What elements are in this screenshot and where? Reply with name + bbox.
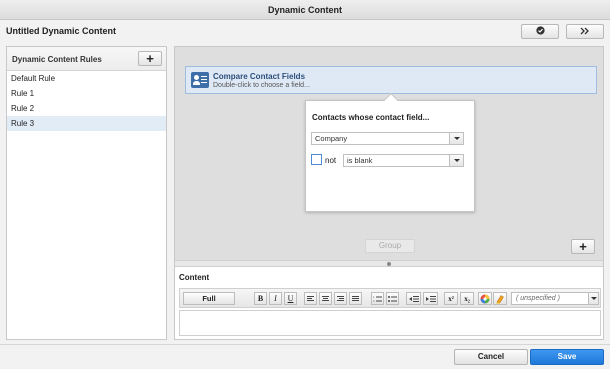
criteria-subtitle: Double-click to choose a field... [213,82,310,89]
criteria-popup: Contacts whose contact field... Company … [305,92,475,212]
align-justify-icon [352,295,359,302]
expand-button[interactable] [566,24,604,39]
svg-text:2: 2 [373,299,375,303]
header: Untitled Dynamic Content [0,20,610,43]
chevron-down-icon [588,293,598,304]
color-wheel-icon [480,294,490,303]
plus-icon: + [146,51,154,66]
bold-button[interactable]: B [254,292,267,305]
align-center-button[interactable] [319,292,332,305]
popup-title: Contacts whose contact field... [312,113,430,122]
highlighter-icon [496,294,504,304]
contact-field-value: Company [315,134,348,143]
content-label: Content [179,273,210,282]
outdent-button[interactable] [406,292,421,305]
superscript-button[interactable]: x² [444,292,458,305]
rule-item-2[interactable]: Rule 2 [7,101,166,116]
indent-button[interactable] [423,292,438,305]
plus-icon: + [579,239,587,254]
popup-arrow [383,92,399,108]
rule-item-default[interactable]: Default Rule [7,71,166,86]
splitter-handle[interactable] [175,260,603,267]
operator-select[interactable]: is blank [343,154,464,167]
group-button[interactable]: Group [365,239,415,253]
footer: Cancel Save [0,344,610,369]
criteria-canvas: Compare Contact Fields Double-click to c… [175,47,603,260]
italic-button[interactable]: I [269,292,282,305]
grip-dot-icon [387,262,391,266]
rules-panel: Dynamic Content Rules + Default Rule Rul… [6,46,167,340]
subscript-button[interactable]: x₂ [460,292,474,305]
rules-heading: Dynamic Content Rules [12,55,102,64]
save-button[interactable]: Save [530,349,604,365]
confirm-button[interactable] [521,24,559,39]
contact-field-select[interactable]: Company [311,132,464,145]
underline-button[interactable]: U [284,292,297,305]
check-icon [535,26,545,37]
rule-item-3[interactable]: Rule 3 [7,116,166,131]
editor-toolbar: Full B I U 12 x² x₂ (unspecified) [179,288,601,308]
bullet-list-icon [388,295,397,302]
page-title: Untitled Dynamic Content [6,26,117,36]
text-color-button[interactable] [478,292,492,305]
style-select-value: ( unspecified ) [516,295,560,302]
add-criteria-button[interactable]: + [571,239,595,254]
full-toolbar-button[interactable]: Full [183,292,235,305]
bullet-list-button[interactable] [386,292,399,305]
criteria-block[interactable]: Compare Contact Fields Double-click to c… [185,66,597,94]
highlight-button[interactable] [493,292,507,305]
align-right-icon [337,295,344,302]
not-label: not [325,156,337,165]
not-checkbox[interactable] [311,154,322,165]
window-title: Dynamic Content [0,0,610,20]
criteria-title: Compare Contact Fields [213,72,306,81]
numbered-list-button[interactable]: 12 [371,292,384,305]
align-left-icon [307,295,314,302]
add-rule-button[interactable]: + [138,51,162,66]
numbered-list-icon: 12 [373,295,382,303]
outdent-icon [408,295,419,302]
align-justify-button[interactable] [349,292,362,305]
content-editor[interactable] [179,310,601,336]
indent-icon [425,295,436,302]
align-right-button[interactable] [334,292,347,305]
operator-value: is blank [347,156,373,165]
rule-editor-panel: Compare Contact Fields Double-click to c… [174,46,604,340]
rules-panel-header: Dynamic Content Rules + [7,47,166,71]
align-left-button[interactable] [304,292,317,305]
double-chevron-right-icon [580,27,590,37]
align-center-icon [322,295,329,302]
chevron-down-icon [449,133,463,144]
rule-item-1[interactable]: Rule 1 [7,86,166,101]
style-select[interactable]: ( unspecified ) [511,292,599,305]
cancel-button[interactable]: Cancel [454,349,528,365]
chevron-down-icon [449,155,463,166]
contact-card-icon [191,72,209,88]
